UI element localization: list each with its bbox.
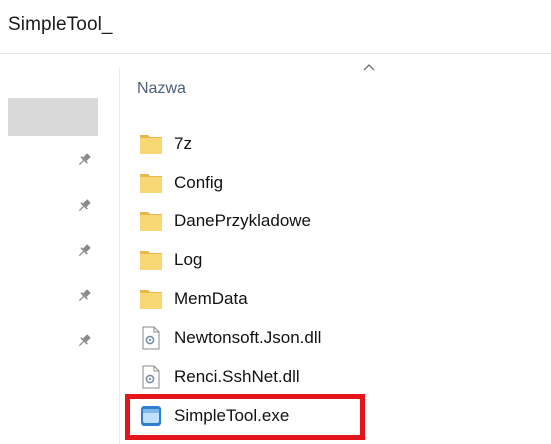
file-name: Config xyxy=(174,173,224,192)
list-item[interactable]: 7z xyxy=(138,129,398,159)
folder-icon xyxy=(140,212,162,231)
pin-icon[interactable] xyxy=(76,288,92,304)
list-item[interactable]: DanePrzykladowe xyxy=(138,206,398,236)
dll-file-icon xyxy=(142,326,160,350)
folder-icon xyxy=(140,174,162,193)
column-header-name[interactable]: Nazwa xyxy=(137,80,186,98)
highlight-annotation-box xyxy=(125,394,365,440)
file-name: Newtonsoft.Json.dll xyxy=(174,328,322,347)
sort-ascending-icon xyxy=(363,64,375,71)
pin-icon[interactable] xyxy=(76,152,92,168)
file-name: Log xyxy=(174,250,203,269)
list-item[interactable]: Newtonsoft.Json.dll xyxy=(138,323,398,353)
list-item[interactable]: Config xyxy=(138,168,398,198)
file-name: Renci.SshNet.dll xyxy=(174,367,300,386)
folder-icon xyxy=(140,290,162,309)
list-item[interactable]: Log xyxy=(138,245,398,275)
list-item[interactable]: Renci.SshNet.dll xyxy=(138,362,398,392)
list-item[interactable]: MemData xyxy=(138,284,398,314)
file-name: 7z xyxy=(174,134,192,153)
window-title-bar: SimpleTool_ xyxy=(0,0,551,54)
folder-icon xyxy=(140,135,162,154)
pin-icon[interactable] xyxy=(76,333,92,349)
file-name: MemData xyxy=(174,289,248,308)
file-name: DanePrzykladowe xyxy=(174,211,312,230)
nav-selected-item[interactable] xyxy=(8,98,98,136)
pin-icon[interactable] xyxy=(76,198,92,214)
window-title: SimpleTool_ xyxy=(8,14,113,35)
navigation-pane xyxy=(0,54,118,444)
dll-file-icon xyxy=(142,365,160,389)
pin-icon[interactable] xyxy=(76,243,92,259)
folder-icon xyxy=(140,251,162,270)
pane-divider[interactable] xyxy=(119,68,120,444)
